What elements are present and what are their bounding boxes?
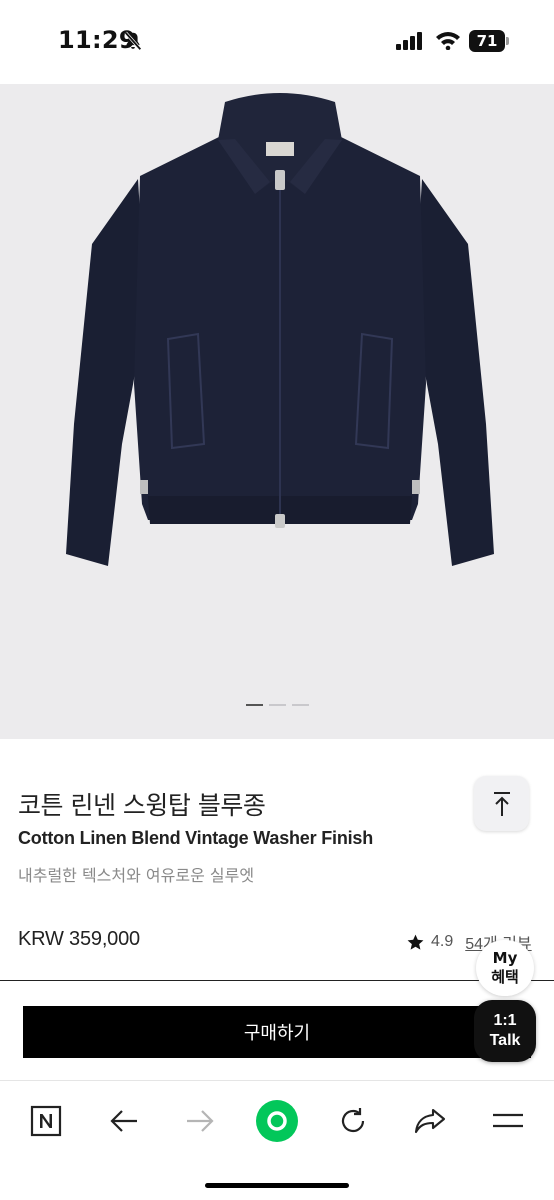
divider [0, 980, 554, 981]
back-button[interactable] [102, 1099, 146, 1143]
product-title-english: Cotton Linen Blend Vintage Washer Finish [18, 828, 374, 848]
arrow-up-to-top-icon [493, 791, 510, 816]
one-on-one-talk-button[interactable]: 1:1 Talk [474, 1000, 536, 1062]
jacket-image [66, 93, 494, 566]
product-title-korean: 코튼 린넨 스윙탑 블루종 [18, 791, 266, 820]
battery-tip [506, 37, 509, 45]
product-price: KRW 359,000 [18, 928, 140, 950]
battery-level: 71 [469, 30, 505, 52]
bell-off-icon [124, 31, 142, 51]
pager-dot-active [246, 704, 263, 706]
naver-home-button[interactable] [24, 1099, 68, 1143]
rating-score: 4.9 [431, 933, 454, 950]
signal-icon [396, 32, 422, 50]
my-benefit-button[interactable]: My 혜택 [476, 940, 534, 996]
refresh-button[interactable] [331, 1099, 375, 1143]
wifi-icon [436, 32, 460, 50]
back-arrow-icon [110, 1110, 137, 1132]
green-dot-icon [256, 1100, 298, 1142]
my-benefit-label-line2: 혜택 [491, 968, 519, 986]
refresh-icon [341, 1108, 365, 1133]
home-indicator [205, 1183, 349, 1188]
talk-label-line2: Talk [489, 1032, 521, 1049]
share-button[interactable] [408, 1099, 452, 1143]
forward-button[interactable] [178, 1099, 222, 1143]
share-icon [414, 1108, 446, 1134]
naver-home-icon [30, 1105, 62, 1137]
browser-toolbar [0, 1080, 554, 1200]
product-description: 내추럴한 텍스처와 여유로운 실루엣 [18, 866, 255, 885]
buy-button[interactable]: 구매하기 [23, 1006, 531, 1058]
product-image-carousel[interactable] [0, 84, 554, 739]
green-dot-button[interactable] [253, 1097, 301, 1145]
battery-indicator: 71 [469, 30, 509, 52]
star-icon [407, 934, 424, 950]
menu-icon [493, 1113, 523, 1128]
pager-dot [269, 704, 286, 706]
status-bar: 11:29 71 [0, 0, 554, 84]
talk-label-line1: 1:1 [493, 1012, 517, 1029]
forward-arrow-icon [187, 1110, 214, 1132]
scroll-to-top-button[interactable] [474, 776, 529, 831]
image-pager [246, 704, 309, 706]
menu-button[interactable] [486, 1099, 530, 1143]
my-benefit-label-line1: My [492, 949, 518, 967]
pager-dot [292, 704, 309, 706]
